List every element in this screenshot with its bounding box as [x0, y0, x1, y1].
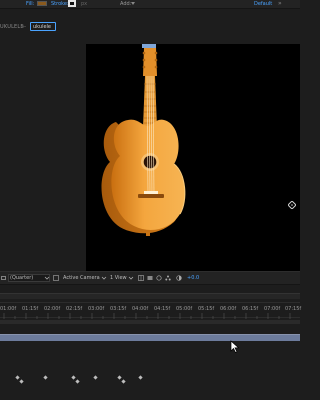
workspace-default[interactable]: Default — [254, 1, 272, 7]
exposure-value[interactable]: +0.0 — [187, 275, 199, 281]
stroke-width-unit: px — [81, 1, 88, 7]
stroke-color-swatch[interactable] — [68, 0, 76, 7]
active-camera-dropdown[interactable]: Active Camera — [63, 275, 100, 281]
view-layout-dropdown[interactable]: 1 View — [110, 275, 127, 281]
tick-label: 05:15f — [198, 306, 215, 312]
tick-label: 06:00f — [220, 306, 237, 312]
tick-label: 03:15f — [110, 306, 127, 312]
camera-icon[interactable] — [1, 275, 7, 281]
flowchart-icon[interactable] — [165, 275, 171, 281]
exposure-icon[interactable] — [176, 275, 182, 281]
ukulele-layer[interactable] — [86, 44, 300, 272]
time-ruler[interactable]: 01:00f 01:15f 02:00f 02:15f 03:00f 03:15… — [0, 302, 302, 319]
chevron-down-icon[interactable] — [131, 2, 135, 5]
tick-label: 05:00f — [176, 306, 193, 312]
tab-ukulele-label: ukulele — [33, 24, 52, 30]
resolution-label: (Quarter) — [10, 275, 34, 281]
tick-label: 03:00f — [88, 306, 105, 312]
tick-label: 01:15f — [22, 306, 39, 312]
add-label[interactable]: Add: — [120, 1, 131, 7]
comp-breadcrumb[interactable]: UKULELE — [0, 24, 24, 30]
layer-duration-bar[interactable] — [0, 334, 300, 341]
timeline-navigator[interactable] — [0, 293, 300, 299]
keyframe[interactable] — [19, 379, 24, 384]
keyframe[interactable] — [75, 379, 80, 384]
grid-icon[interactable] — [138, 275, 144, 281]
point-anchor-icon[interactable] — [288, 201, 296, 209]
tick-label: 07:00f — [264, 306, 281, 312]
keyframe-row — [0, 378, 300, 384]
chevron-down-icon[interactable] — [44, 275, 50, 281]
composition-tab-bar: UKULELE ← ukulele — [0, 18, 300, 34]
work-area-bar[interactable] — [0, 320, 300, 324]
tick-label: 04:00f — [132, 306, 149, 312]
composition-viewer[interactable] — [0, 34, 300, 272]
arrow-left-icon[interactable]: ← — [22, 24, 26, 30]
ruler-ticks — [3, 313, 291, 319]
tick-label: 04:15f — [154, 306, 171, 312]
tick-label: 02:00f — [44, 306, 61, 312]
region-of-interest-icon[interactable] — [53, 275, 59, 281]
tab-ukulele[interactable]: ukulele — [30, 22, 56, 31]
timeline-panel[interactable]: 01:00f 01:15f 02:00f 02:15f 03:00f 03:15… — [0, 285, 302, 400]
viewer-control-bar: (Quarter) Active Camera 1 View +0.0 — [0, 271, 300, 285]
3d-render-icon[interactable] — [147, 275, 153, 281]
composition-canvas[interactable] — [86, 44, 300, 272]
chevron-down-icon[interactable] — [101, 275, 107, 281]
tick-label: 07:15f — [285, 306, 302, 312]
stroke-label[interactable]: Stroke: — [51, 1, 69, 7]
tick-label: 01:00f — [0, 306, 17, 312]
tick-label: 06:15f — [242, 306, 259, 312]
keyframe[interactable] — [121, 379, 126, 384]
selection-handle[interactable] — [142, 44, 156, 48]
tick-label: 02:15f — [66, 306, 83, 312]
fill-color-swatch[interactable] — [37, 1, 47, 6]
chevron-right-icon[interactable]: » — [278, 0, 282, 7]
top-toolbar: Fill: Stroke: px Add: Default » — [0, 0, 300, 9]
chevron-down-icon[interactable] — [128, 275, 134, 281]
mouse-cursor-icon — [230, 340, 240, 353]
fill-label[interactable]: Fill: — [26, 1, 34, 7]
mask-visibility-icon[interactable] — [156, 275, 162, 281]
